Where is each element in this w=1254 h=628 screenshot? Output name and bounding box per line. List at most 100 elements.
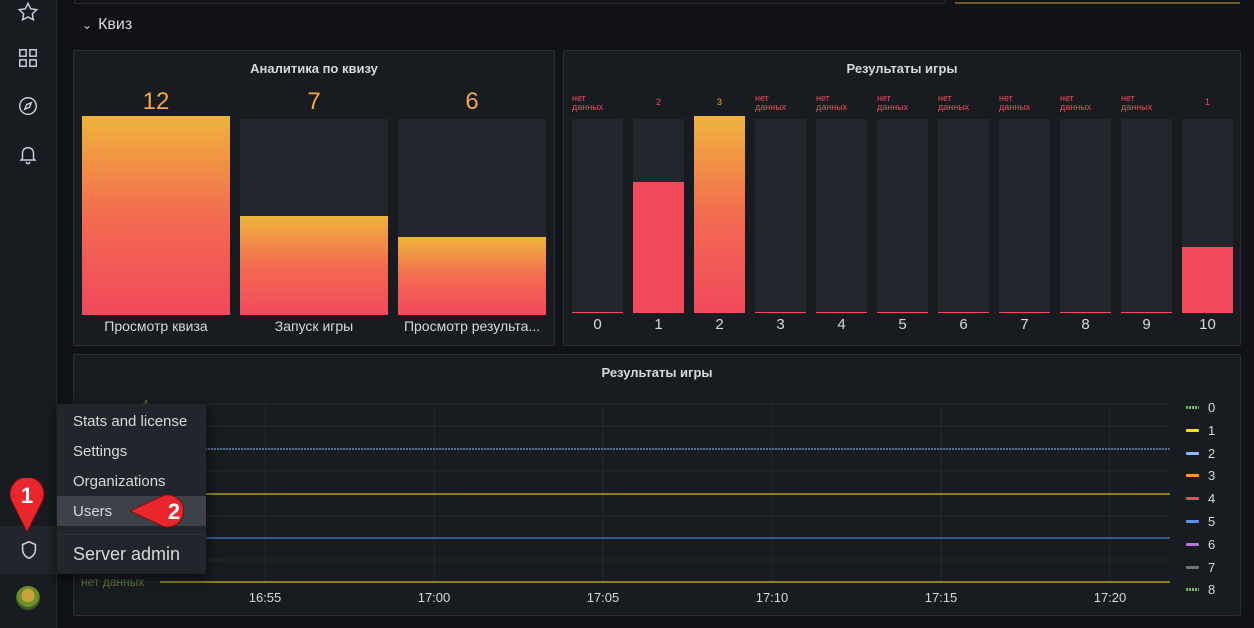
bar-track (877, 119, 928, 313)
shield-icon (21, 540, 36, 560)
bar (1182, 247, 1233, 313)
legend-item[interactable]: 1 (1186, 419, 1246, 442)
bar-top-label: нет данных (877, 93, 909, 112)
bar-top-label: 2 (655, 97, 661, 107)
panel-title: Аналитика по квизу (250, 61, 378, 76)
bell-icon[interactable] (16, 142, 40, 166)
legend-label: 5 (1208, 514, 1216, 529)
bar-track (572, 119, 623, 313)
y-axis-faded-nodata: нет данных (81, 575, 145, 589)
bar-empty-line (877, 312, 928, 313)
bar-empty-line (572, 312, 623, 313)
legend-swatch (1186, 588, 1199, 592)
x-tick-label: 17:00 (417, 590, 451, 605)
bar-empty-line (816, 312, 867, 313)
bar-track (1121, 119, 1172, 313)
row-title-label: Квиз (98, 16, 133, 33)
menu-item-settings[interactable]: Settings (57, 436, 206, 466)
bar-top-label: нет данных (999, 93, 1031, 112)
dashboards-icon[interactable] (16, 46, 40, 70)
menu-header-server-admin[interactable]: Server admin (57, 534, 206, 574)
bar-top-label: 1 (1204, 97, 1210, 107)
legend-item[interactable]: 4 (1186, 487, 1246, 510)
gauge-label: Запуск игры (274, 318, 354, 334)
bar-category-label: 2 (715, 316, 724, 333)
legend-item[interactable]: 0 (1186, 396, 1246, 419)
bar-category-label: 8 (1081, 316, 1090, 333)
bar-category-label: 3 (776, 316, 785, 333)
gauge-value: 6 (465, 88, 479, 115)
gauge-label: Просмотр результа... (403, 318, 541, 334)
bar-category-label: 9 (1142, 316, 1151, 333)
gauge-fill (398, 237, 546, 315)
legend-item[interactable]: 6 (1186, 533, 1246, 556)
bar-empty-line (755, 312, 806, 313)
gauge-value: 12 (142, 88, 170, 115)
legend-swatch (1186, 474, 1199, 478)
previous-panel-edge (955, 0, 1240, 4)
menu-item-stats-and-license[interactable]: Stats and license (57, 406, 206, 436)
legend-swatch (1186, 542, 1199, 546)
bar-top-label: нет данных (572, 93, 604, 112)
star-icon[interactable] (16, 0, 40, 24)
bar-empty-line (999, 312, 1050, 313)
grafana-dashboard: ⌄ Квиз Аналитика по квизу 12 Просмотр кви… (0, 0, 1254, 628)
annotation-pin-2: 2 (128, 494, 184, 528)
gauge-fill (82, 116, 230, 315)
bar (694, 116, 745, 313)
legend-label: 3 (1208, 468, 1216, 484)
annotation-pin-2-label: 2 (168, 499, 180, 524)
gauge-fill (240, 216, 388, 315)
bar-top-label: 3 (716, 97, 722, 107)
legend-label: 0 (1208, 400, 1216, 415)
gauge-value: 7 (307, 88, 321, 115)
panel-title: Результаты игры (846, 61, 958, 76)
server-admin-menu: Stats and license Settings Organizations… (57, 404, 206, 574)
legend-swatch (1186, 451, 1199, 455)
legend-item[interactable]: 5 (1186, 510, 1246, 533)
bar-empty-line (1060, 312, 1111, 313)
avatar[interactable] (16, 586, 40, 610)
legend-item[interactable]: 3 (1186, 464, 1246, 487)
legend-swatch (1186, 520, 1199, 523)
legend-item[interactable]: 8 (1186, 578, 1246, 601)
x-tick-label: 17:05 (586, 590, 620, 605)
legend-label: 8 (1208, 582, 1216, 598)
legend-label: 1 (1208, 422, 1216, 438)
x-tick-label: 17:15 (924, 590, 958, 605)
bar-top-label: нет данных (816, 93, 848, 112)
bar-track (755, 119, 806, 313)
bar-track (938, 119, 989, 313)
bar-category-label: 4 (837, 316, 846, 333)
annotation-pin-1: 1 (9, 478, 45, 534)
bar (633, 182, 684, 313)
bar-top-label: нет данных (755, 93, 787, 112)
x-tick-label: 17:20 (1093, 590, 1127, 605)
bar-category-label: 1 (654, 316, 663, 333)
bar-category-label: 0 (593, 316, 602, 333)
results-timeseries-panel[interactable]: Результаты игры (73, 354, 1241, 616)
legend-item[interactable]: 2 (1186, 442, 1246, 465)
previous-panel-edge (74, 0, 946, 4)
legend-label: 6 (1208, 536, 1216, 552)
panel-title: Результаты игры (601, 365, 713, 380)
compass-icon[interactable] (16, 94, 40, 118)
legend-swatch (1186, 565, 1199, 569)
annotation-pin-1-label: 1 (21, 483, 33, 508)
bar-top-label: нет данных (1121, 93, 1153, 112)
bar-top-label: нет данных (938, 93, 970, 112)
chevron-down-icon: ⌄ (82, 18, 93, 32)
bar-empty-line (1121, 312, 1172, 313)
bar-empty-line (938, 312, 989, 313)
legend-label: 4 (1208, 491, 1216, 507)
legend-item[interactable]: 7 (1186, 556, 1246, 579)
bar-track (999, 119, 1050, 313)
legend-swatch (1186, 497, 1199, 501)
row-title[interactable]: ⌄ Квиз (82, 16, 132, 34)
bar-category-label: 6 (959, 316, 968, 333)
bar-category-label: 5 (898, 316, 907, 333)
x-tick-label: 16:55 (248, 590, 282, 605)
legend-label: 7 (1208, 559, 1216, 575)
bar-track (1060, 119, 1111, 313)
gauge-label: Просмотр квиза (104, 318, 208, 334)
